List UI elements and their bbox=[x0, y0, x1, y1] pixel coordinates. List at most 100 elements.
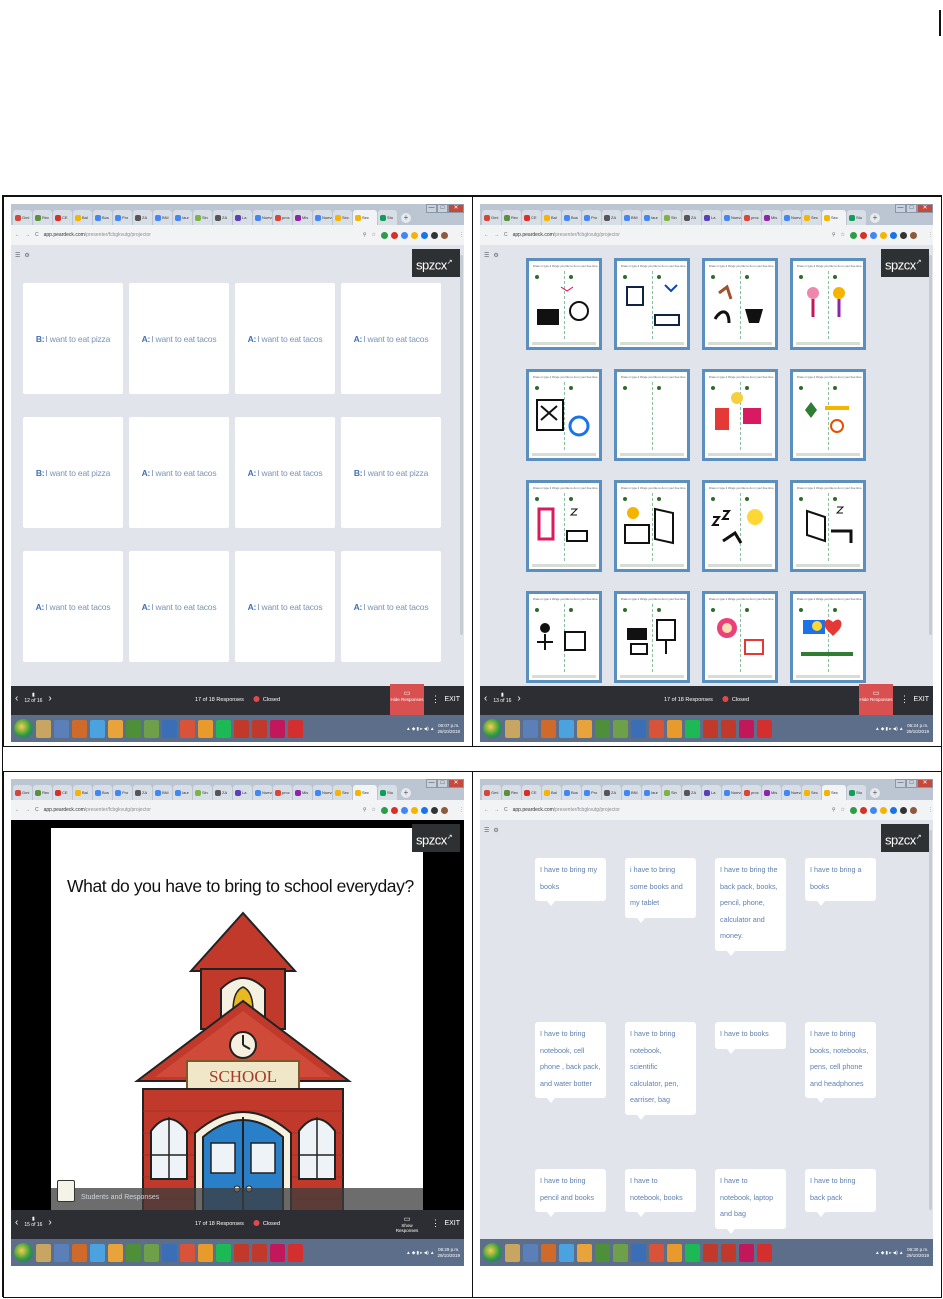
closed-status[interactable]: Closed bbox=[254, 1220, 280, 1227]
exit-button[interactable]: EXIT bbox=[444, 696, 460, 703]
reload-icon[interactable]: C bbox=[504, 807, 508, 813]
list-icon[interactable]: ☰ bbox=[484, 252, 489, 259]
drawing-response-card[interactable]: Draw or type 2 things you like to do in … bbox=[526, 258, 602, 350]
view-toggles[interactable]: ☰ ⚙ bbox=[15, 252, 30, 259]
browser-tab[interactable]: La bbox=[233, 785, 252, 800]
response-card[interactable]: A: I want to eat tacos bbox=[235, 417, 335, 528]
browser-tab[interactable]: Iaur bbox=[173, 785, 192, 800]
url-text[interactable]: app.peardeck.com/presenter/fcbgkvutg/pro… bbox=[44, 807, 358, 813]
browser-tab[interactable]: Iaur bbox=[642, 785, 661, 800]
taskbar-app-icon[interactable] bbox=[703, 719, 718, 738]
browser-tab[interactable]: Rec bbox=[502, 785, 521, 800]
prev-slide-icon[interactable]: ‹ bbox=[15, 693, 18, 704]
menu-icon[interactable]: ⋮ bbox=[459, 807, 464, 813]
taskbar-app-icon[interactable] bbox=[216, 1243, 231, 1262]
taskbar-app-icon[interactable] bbox=[234, 1243, 249, 1262]
taskbar-app-icon[interactable] bbox=[180, 719, 195, 738]
back-icon[interactable]: ← bbox=[15, 232, 20, 238]
settings-icon[interactable]: ⚙ bbox=[493, 827, 498, 834]
start-button[interactable] bbox=[483, 1243, 502, 1262]
browser-tab[interactable]: Sec bbox=[802, 210, 821, 225]
taskbar-app-icon[interactable] bbox=[685, 719, 700, 738]
browser-tab[interactable]: BNI bbox=[153, 210, 172, 225]
taskbar-app-icon[interactable] bbox=[288, 1243, 303, 1262]
browser-tab[interactable]: Sec bbox=[353, 785, 377, 800]
taskbar-app-icon[interactable] bbox=[90, 1243, 105, 1262]
taskbar-app-icon[interactable] bbox=[577, 1243, 592, 1262]
browser-tab[interactable]: Nuevo bbox=[313, 210, 332, 225]
tray-icons[interactable]: ▲ ◆ ▮ ▸ ◀) ▲ bbox=[406, 726, 434, 732]
browser-tab[interactable]: Sec bbox=[333, 785, 352, 800]
taskbar-app-icon[interactable] bbox=[541, 719, 556, 738]
response-bubble[interactable]: I have to bring notebook, scientific cal… bbox=[625, 1022, 696, 1119]
browser-tab[interactable]: proc bbox=[273, 785, 292, 800]
taskbar-app-icon[interactable] bbox=[288, 719, 303, 738]
drawing-response-card[interactable]: Draw or type 2 things you like to do in … bbox=[614, 591, 690, 683]
browser-tab[interactable]: Nuevo bbox=[722, 210, 741, 225]
browser-tab[interactable]: La bbox=[702, 210, 721, 225]
bookmark-star-icon[interactable]: ☆ bbox=[841, 807, 845, 813]
closed-status[interactable]: Closed bbox=[254, 696, 280, 703]
browser-tab[interactable]: La bbox=[702, 785, 721, 800]
browser-tab[interactable]: BNI bbox=[153, 785, 172, 800]
response-card[interactable]: A: I want to eat tacos bbox=[129, 417, 229, 528]
bookmark-star-icon[interactable]: ☆ bbox=[372, 232, 376, 238]
clock[interactable]: 06:07 p.m. 29/10/2019 bbox=[437, 723, 460, 735]
address-bar[interactable]: ← → C app.peardeck.com/presenter/fcbgkvu… bbox=[11, 225, 464, 245]
taskbar-app-icon[interactable] bbox=[72, 719, 87, 738]
closed-status[interactable]: Closed bbox=[723, 696, 749, 703]
tray-icons[interactable]: ▲ ◆ ▮ ▸ ◀) ▲ bbox=[875, 726, 903, 732]
browser-tab[interactable]: Sin bbox=[193, 210, 212, 225]
new-tab-button[interactable]: + bbox=[401, 213, 411, 223]
forward-icon[interactable]: → bbox=[25, 232, 30, 238]
taskbar-app-icon[interactable] bbox=[577, 719, 592, 738]
zoom-icon[interactable]: ⚲ bbox=[363, 232, 367, 238]
prev-slide-icon[interactable]: ‹ bbox=[484, 693, 487, 704]
taskbar-app-icon[interactable] bbox=[90, 719, 105, 738]
taskbar-app-icon[interactable] bbox=[270, 719, 285, 738]
taskbar-app-icon[interactable] bbox=[505, 719, 520, 738]
browser-tab[interactable]: Gmi bbox=[13, 210, 32, 225]
response-bubble[interactable]: I have to bring the back pack, books, pe… bbox=[715, 858, 786, 955]
taskbar-app-icon[interactable] bbox=[126, 719, 141, 738]
browser-tab[interactable]: Bal bbox=[73, 210, 92, 225]
extension-icons[interactable] bbox=[381, 806, 448, 814]
taskbar-app-icon[interactable] bbox=[757, 719, 772, 738]
response-card[interactable]: A: I want to eat tacos bbox=[341, 551, 441, 662]
taskbar-app-icon[interactable] bbox=[649, 719, 664, 738]
browser-tab[interactable]: Iaur bbox=[173, 210, 192, 225]
response-bubble[interactable]: I have to books bbox=[715, 1022, 786, 1053]
browser-tab[interactable]: Mis bbox=[293, 210, 312, 225]
new-tab-button[interactable]: + bbox=[870, 788, 880, 798]
taskbar-app-icon[interactable] bbox=[739, 1243, 754, 1262]
browser-tab[interactable]: Bal bbox=[542, 785, 561, 800]
browser-tab[interactable]: BNI bbox=[622, 785, 641, 800]
browser-tab[interactable]: CE bbox=[522, 210, 541, 225]
minimize-button[interactable]: — bbox=[426, 779, 437, 788]
menu-icon[interactable]: ⋮ bbox=[928, 232, 933, 238]
next-slide-icon[interactable]: › bbox=[48, 693, 51, 704]
response-card[interactable]: A: I want to eat tacos bbox=[23, 551, 123, 662]
browser-tab[interactable]: Sec bbox=[822, 785, 846, 800]
browser-tab[interactable]: Gmi bbox=[482, 210, 501, 225]
extension-icons[interactable] bbox=[850, 806, 917, 814]
browser-tab[interactable]: Iaur bbox=[642, 210, 661, 225]
browser-tab[interactable]: BNI bbox=[622, 210, 641, 225]
back-icon[interactable]: ← bbox=[484, 232, 489, 238]
response-bubble[interactable]: i have to bring some books and my tablet bbox=[625, 858, 696, 922]
settings-icon[interactable]: ⚙ bbox=[493, 252, 498, 259]
reload-icon[interactable]: C bbox=[35, 807, 39, 813]
browser-tab[interactable]: CE bbox=[53, 210, 72, 225]
taskbar-app-icon[interactable] bbox=[541, 1243, 556, 1262]
students-responses-overlay[interactable]: Students and Responses bbox=[51, 1180, 423, 1210]
browser-tab[interactable]: Mis bbox=[762, 785, 781, 800]
browser-tab[interactable]: proc bbox=[273, 210, 292, 225]
start-button[interactable] bbox=[14, 1243, 33, 1262]
taskbar-app-icon[interactable] bbox=[144, 1243, 159, 1262]
tray-icons[interactable]: ▲ ◆ ▮ ▸ ◀) ▲ bbox=[406, 1250, 434, 1256]
drawing-response-card[interactable]: Draw or type 2 things you like to do in … bbox=[526, 369, 602, 461]
taskbar-app-icon[interactable] bbox=[559, 719, 574, 738]
minimize-button[interactable]: — bbox=[895, 779, 906, 788]
response-card[interactable]: A: I want to eat tacos bbox=[341, 283, 441, 394]
taskbar-app-icon[interactable] bbox=[108, 1243, 123, 1262]
